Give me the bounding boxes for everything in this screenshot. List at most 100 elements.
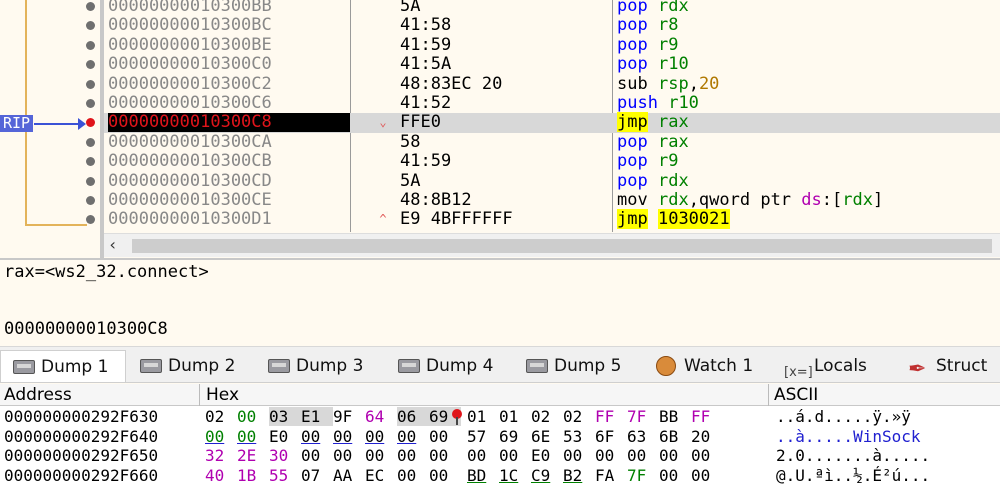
- hex-byte[interactable]: 1B: [237, 466, 269, 485]
- hex-byte[interactable]: 00: [691, 446, 723, 465]
- hex-byte[interactable]: 00: [205, 427, 237, 446]
- hex-byte[interactable]: EC: [365, 466, 397, 485]
- hex-byte[interactable]: 00: [627, 446, 659, 465]
- hex-byte[interactable]: 00: [365, 446, 397, 465]
- hex-byte[interactable]: 00: [301, 427, 333, 446]
- hex-byte[interactable]: 69: [499, 427, 531, 446]
- disasm-row[interactable]: 00000000010300C2 48:83EC 20 sub rsp,20: [104, 74, 1000, 94]
- disasm-row[interactable]: 00000000010300BE 41:59 pop r9: [104, 35, 1000, 55]
- hex-byte[interactable]: 00: [333, 427, 365, 446]
- hex-byte[interactable]: 64: [365, 407, 397, 426]
- tab-dump-5[interactable]: Dump 5: [514, 350, 642, 382]
- dump-hex[interactable]: 32 2E 30 00 00 00 00 00 00 00 E0 00 00 00 00 00: [205, 446, 723, 465]
- breakpoint-dot-icon[interactable]: [86, 196, 95, 205]
- hex-byte[interactable]: FF: [595, 407, 627, 426]
- hex-byte[interactable]: 00: [333, 446, 365, 465]
- dump-ascii[interactable]: ..á.d.....ÿ.»ÿ: [776, 407, 911, 426]
- dump-ascii[interactable]: ..à.....WinSock: [776, 427, 921, 446]
- hex-byte[interactable]: 00: [429, 446, 461, 465]
- hex-byte[interactable]: 6B: [659, 427, 691, 446]
- hex-byte[interactable]: 30: [269, 446, 301, 465]
- hex-byte[interactable]: 00: [659, 446, 691, 465]
- hex-byte[interactable]: 01: [499, 407, 531, 426]
- disasm-row-current[interactable]: 00000000010300C8 ⌄ FFE0 jmp rax: [104, 112, 1000, 133]
- scrollbar-thumb[interactable]: [132, 239, 992, 253]
- hex-byte[interactable]: 03: [269, 407, 301, 426]
- hex-byte[interactable]: 9F: [333, 407, 365, 426]
- dump-hex[interactable]: 02 00 03 E1 9F 64 06 69 01 01 02 02 FF 7F BB FF: [205, 407, 723, 426]
- hex-byte[interactable]: 20: [691, 427, 723, 446]
- breakpoint-dot-icon[interactable]: [86, 2, 95, 11]
- dump-row[interactable]: 000000000292F640 00 00 E0 00 00 00 00 00 57 69 6E 53…: [0, 427, 1000, 447]
- hex-byte[interactable]: 00: [397, 427, 429, 446]
- disasm-row[interactable]: 00000000010300CE 48:8B12 mov rdx,qword ptr…: [104, 191, 1000, 210]
- hex-byte[interactable]: BD: [467, 466, 499, 485]
- hex-byte[interactable]: 02: [531, 407, 563, 426]
- hex-byte[interactable]: B2: [563, 466, 595, 485]
- disasm-row[interactable]: 00000000010300C0 41:5A pop r10: [104, 55, 1000, 74]
- dump-hex[interactable]: 40 1B 55 07 AA EC 00 00 BD 1C C9 B2 FA 7F 00 00: [205, 466, 723, 485]
- horizontal-scrollbar[interactable]: ‹: [104, 233, 1000, 257]
- breakpoint-dot-icon[interactable]: [86, 137, 95, 147]
- disasm-row[interactable]: 00000000010300D1 ^ E9 4BFFFFFF jmp 1030021: [104, 209, 1000, 230]
- hex-byte[interactable]: 53: [563, 427, 595, 446]
- disasm-row[interactable]: 00000000010300CD 5A pop rdx: [104, 171, 1000, 191]
- hex-byte[interactable]: 00: [429, 466, 461, 485]
- tab-dump-4[interactable]: Dump 4: [386, 350, 512, 382]
- hex-byte[interactable]: 00: [691, 466, 723, 485]
- hex-byte[interactable]: 6E: [531, 427, 563, 446]
- hex-byte[interactable]: AA: [333, 466, 365, 485]
- hex-byte[interactable]: E0: [531, 446, 563, 465]
- hex-byte[interactable]: 2E: [237, 446, 269, 465]
- dump-hex[interactable]: 00 00 E0 00 00 00 00 00 57 69 6E 53 6F 63 6B 20: [205, 427, 723, 446]
- dump-row[interactable]: 000000000292F630 02 00 03 E1 9F 64 06 69 01 01 02 02…: [0, 407, 1000, 427]
- hex-byte[interactable]: 00: [563, 446, 595, 465]
- hex-byte[interactable]: 00: [365, 427, 397, 446]
- disasm-row[interactable]: 00000000010300BC 41:58 pop r8: [104, 16, 1000, 35]
- hex-byte[interactable]: 06: [397, 407, 429, 426]
- disasm-row[interactable]: 00000000010300BB 5A pop rdx: [104, 0, 1000, 16]
- hex-byte[interactable]: 02: [563, 407, 595, 426]
- disasm-row[interactable]: 00000000010300CB 41:59 pop r9: [104, 152, 1000, 171]
- dump-ascii[interactable]: 2.0.......à.....: [776, 446, 930, 465]
- breakpoint-dot-icon[interactable]: [86, 79, 95, 89]
- hex-byte[interactable]: C9: [531, 466, 563, 485]
- tab-dump-2[interactable]: Dump 2: [128, 350, 254, 382]
- hex-byte[interactable]: FF: [691, 407, 723, 426]
- dump-row[interactable]: 000000000292F660 40 1B 55 07 AA EC 00 00 BD 1C C9 B2…: [0, 466, 1000, 486]
- tab-dump-1[interactable]: Dump 1: [0, 350, 126, 382]
- tab-locals[interactable]: [x=] Locals: [774, 350, 894, 382]
- breakpoint-dot-icon[interactable]: [86, 99, 95, 108]
- hex-byte[interactable]: 00: [237, 407, 269, 426]
- tab-watch-1[interactable]: Watch 1: [644, 350, 772, 382]
- memory-dump-view[interactable]: Address Hex ASCII 000000000292F630 02 00 03…: [0, 384, 1000, 487]
- hex-byte[interactable]: 00: [467, 446, 499, 465]
- hex-byte[interactable]: 01: [467, 407, 499, 426]
- hex-byte[interactable]: FA: [595, 466, 627, 485]
- scroll-left-icon[interactable]: ‹: [108, 235, 118, 254]
- dump-ascii[interactable]: @.U.ªì..½.É²ú...: [776, 466, 930, 485]
- hex-byte[interactable]: 57: [467, 427, 499, 446]
- breakpoint-dot-icon[interactable]: [86, 176, 95, 186]
- hex-byte[interactable]: 40: [205, 466, 237, 485]
- disasm-row[interactable]: 00000000010300C6 41:52 push r10: [104, 94, 1000, 113]
- tab-dump-3[interactable]: Dump 3: [256, 350, 384, 382]
- hex-byte[interactable]: 7F: [627, 407, 659, 426]
- hex-byte[interactable]: E1: [301, 407, 333, 426]
- hex-byte[interactable]: 02: [205, 407, 237, 426]
- hex-byte[interactable]: 00: [659, 466, 691, 485]
- tab-struct[interactable]: ✒ Struct: [896, 350, 1000, 382]
- disassembly-view[interactable]: RIP 00000000010300BB 5A pop rdx 00000000010…: [0, 0, 1000, 258]
- hex-byte[interactable]: 1C: [499, 466, 531, 485]
- disasm-row[interactable]: 00000000010300CA 58 pop rax: [104, 132, 1000, 152]
- dump-row[interactable]: 000000000292F650 32 2E 30 00 00 00 00 00 00 00 E0 00…: [0, 446, 1000, 466]
- hex-byte[interactable]: 00: [429, 427, 461, 446]
- hex-byte[interactable]: 6F: [595, 427, 627, 446]
- hex-byte[interactable]: 00: [397, 466, 429, 485]
- hex-byte[interactable]: 7F: [627, 466, 659, 485]
- hex-byte[interactable]: 55: [269, 466, 301, 485]
- hex-byte[interactable]: 00: [301, 446, 333, 465]
- hex-byte[interactable]: 63: [627, 427, 659, 446]
- hex-byte[interactable]: E0: [269, 427, 301, 446]
- hex-byte[interactable]: 00: [237, 427, 269, 446]
